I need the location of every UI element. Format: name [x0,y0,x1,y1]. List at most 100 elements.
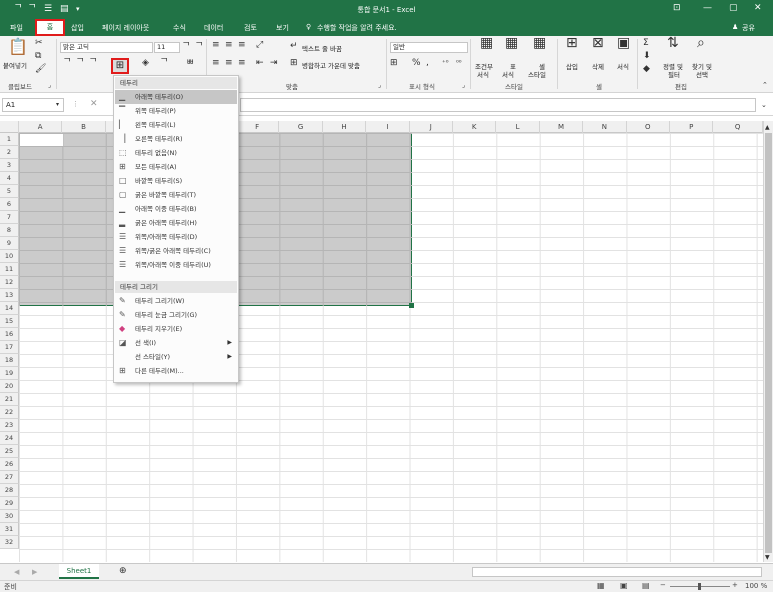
font-grow-icon[interactable]: ᄀ [182,42,190,52]
column-header[interactable]: B [62,121,106,133]
menu-item-top-border[interactable]: ▔ 위쪽 테두리(P) [115,104,237,118]
menu-item-all-borders[interactable]: ⊞ 모든 테두리(A) [115,160,237,174]
row-header[interactable]: 3 [0,159,19,172]
column-header[interactable]: P [670,121,714,133]
number-launcher-icon[interactable]: ⌟ [462,81,465,89]
underline-icon[interactable]: ᄀ [89,58,97,68]
column-header[interactable]: G [279,121,323,133]
menu-item-top-bottom-border[interactable]: ☰ 위쪽/아래쪽 테두리(D) [115,230,237,244]
tab-view[interactable]: 보기 [276,23,289,33]
row-header[interactable]: 6 [0,198,19,211]
alignment-launcher-icon[interactable]: ⌟ [378,81,381,89]
row-header[interactable]: 22 [0,406,19,419]
scroll-up-icon[interactable]: ▲ [765,123,770,133]
menu-item-top-thick-bottom-border[interactable]: ☰ 위쪽/굵은 아래쪽 테두리(C) [115,244,237,258]
align-center-icon[interactable]: ≡ [225,58,233,68]
fill-icon[interactable]: ⬇ [643,51,651,61]
row-header[interactable]: 16 [0,328,19,341]
row-header[interactable]: 2 [0,146,19,159]
sheet-tab[interactable]: Sheet1 [59,564,99,579]
increase-indent-icon[interactable]: ⇥ [270,58,278,68]
menu-item-draw-border[interactable]: ✎ 테두리 그리기(W) [115,294,237,308]
menu-item-bottom-double-border[interactable]: ▁ 아래쪽 이중 테두리(B) [115,202,237,216]
close-button[interactable]: ✕ [754,3,762,13]
menu-item-draw-border-grid[interactable]: ✎ 테두리 눈금 그리기(G) [115,308,237,322]
borders-button[interactable]: ⊞ [111,58,129,74]
row-header[interactable]: 10 [0,250,19,263]
format-as-table-icon[interactable]: ▦ [505,36,518,50]
menu-item-top-double-bottom-border[interactable]: ☰ 위쪽/아래쪽 이중 테두리(U) [115,258,237,272]
menu-item-thick-outside-border[interactable]: ▢ 굵은 바깥쪽 테두리(T) [115,188,237,202]
row-header[interactable]: 19 [0,367,19,380]
align-right-icon[interactable]: ≡ [238,58,246,68]
tab-insert[interactable]: 삽입 [71,23,84,33]
find-select-icon[interactable]: ⌕ [697,36,705,50]
cut-icon[interactable]: ✂ [35,38,43,48]
align-middle-icon[interactable]: ≡ [225,40,233,50]
bold-icon[interactable]: ᄀ [63,58,71,68]
wrap-text-button[interactable]: 텍스트 줄 바꿈 [302,43,342,53]
column-header[interactable]: N [583,121,627,133]
paste-button[interactable]: 붙여넣기 [3,60,27,70]
zoom-level[interactable]: 100 % [745,582,767,590]
row-header[interactable]: 23 [0,419,19,432]
fill-handle[interactable] [409,303,414,308]
autosum-icon[interactable]: Σ [643,38,649,48]
menu-item-left-border[interactable]: ▏ 왼쪽 테두리(L) [115,118,237,132]
insert-cells-icon[interactable]: ⊞ [566,36,578,50]
format-cells-button[interactable]: 서식 [617,61,629,71]
insert-cells-button[interactable]: 삽입 [566,61,578,71]
row-header[interactable]: 26 [0,458,19,471]
sort-filter-icon[interactable]: ⇅ [667,36,679,50]
ribbon-display-options-icon[interactable]: ⊡ [673,3,681,13]
vertical-scrollbar[interactable]: ▲ ▼ [763,121,773,562]
page-layout-view-icon[interactable]: ▣ [620,581,628,590]
tab-data[interactable]: 데이터 [204,23,223,33]
row-header[interactable]: 31 [0,523,19,536]
column-header[interactable]: A [19,121,63,133]
row-header[interactable]: 27 [0,471,19,484]
accounting-icon[interactable]: ⊞ [390,58,398,68]
row-header[interactable]: 1 [0,133,19,146]
row-header[interactable]: 25 [0,445,19,458]
next-sheet-icon[interactable]: ▶ [32,567,37,577]
merge-center-icon[interactable]: ⊞ [290,58,298,68]
row-header[interactable]: 9 [0,237,19,250]
menu-item-outside-borders[interactable]: □ 바깥쪽 테두리(S) [115,174,237,188]
column-header[interactable]: H [323,121,367,133]
menu-item-thick-bottom-border[interactable]: ▂ 굵은 아래쪽 테두리(H) [115,216,237,230]
menu-item-right-border[interactable]: ▕ 오른쪽 테두리(R) [115,132,237,146]
merge-center-button[interactable]: 병합하고 가운데 맞춤 [302,60,360,70]
column-header[interactable]: Q [713,121,763,133]
delete-cells-icon[interactable]: ⊠ [592,36,604,50]
column-header[interactable]: L [496,121,540,133]
tab-home[interactable]: 홈 [35,19,65,36]
copy-icon[interactable]: ⧉ [35,51,41,61]
row-header[interactable]: 20 [0,380,19,393]
name-box-dropdown-icon[interactable]: ▾ [56,100,59,110]
font-size-select[interactable]: 11 [154,42,180,53]
tab-review[interactable]: 검토 [244,23,257,33]
column-header[interactable]: K [453,121,497,133]
font-color-icon[interactable]: ᄀ [160,58,168,68]
wrap-text-icon[interactable]: ↵ [290,41,298,51]
zoom-in-icon[interactable]: + [732,581,738,589]
decrease-indent-icon[interactable]: ⇤ [256,58,264,68]
scroll-down-icon[interactable]: ▼ [765,553,770,563]
row-header[interactable]: 7 [0,211,19,224]
page-break-view-icon[interactable]: ▤ [642,581,650,590]
menu-item-no-border[interactable]: ⬚ 테두리 없음(N) [115,146,237,160]
clipboard-launcher-icon[interactable]: ⌟ [48,81,51,89]
column-header[interactable]: J [410,121,453,133]
share-icon[interactable]: ♟ [732,23,738,31]
row-header[interactable]: 15 [0,315,19,328]
row-header[interactable]: 29 [0,497,19,510]
align-top-icon[interactable]: ≡ [212,40,220,50]
prev-sheet-icon[interactable]: ◀ [14,567,19,577]
decrease-decimal-icon[interactable]: ⁰⁰ [456,58,462,68]
row-header[interactable]: 21 [0,393,19,406]
row-header[interactable]: 28 [0,484,19,497]
orientation-icon[interactable]: ⤢ [256,40,263,50]
font-name-select[interactable]: 맑은 고딕 [60,42,153,53]
select-all-button[interactable] [0,121,19,133]
